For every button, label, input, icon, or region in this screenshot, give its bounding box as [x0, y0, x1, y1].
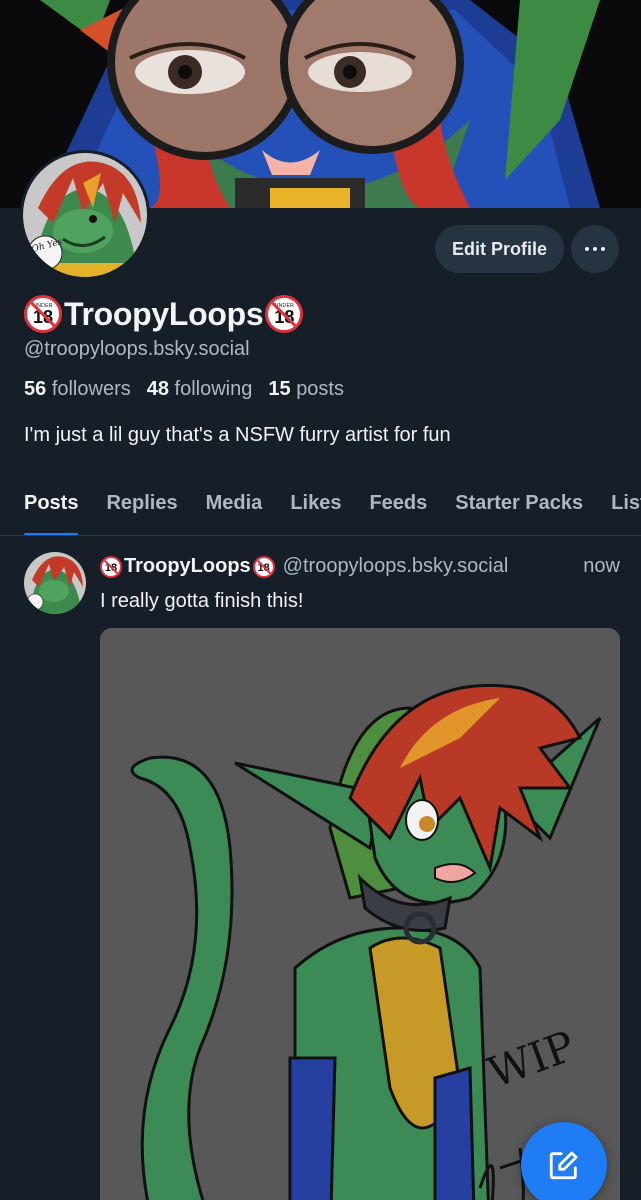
- profile-stats: 56 followers 48 following 15 posts: [24, 378, 354, 401]
- tab-posts[interactable]: Posts: [24, 480, 79, 535]
- post-header: 18 TroopyLoops 18 @troopyloops.bsky.soci…: [100, 555, 620, 578]
- followers-link[interactable]: 56 followers: [24, 378, 131, 401]
- compose-post-button[interactable]: [521, 1122, 607, 1200]
- display-name: TroopyLoops: [64, 295, 264, 332]
- following-link[interactable]: 48 following: [147, 378, 253, 401]
- more-dot-icon: [593, 247, 597, 251]
- post-timestamp[interactable]: now: [583, 555, 620, 578]
- post-text: I really gotta finish this!: [100, 590, 304, 612]
- tab-likes[interactable]: Likes: [290, 480, 341, 535]
- more-options-button[interactable]: [571, 225, 619, 273]
- post-author-handle[interactable]: @troopyloops.bsky.social: [283, 555, 509, 578]
- posts-count: 15 posts: [268, 378, 344, 400]
- tab-media[interactable]: Media: [206, 480, 263, 535]
- display-name-row: UNDER 18 TroopyLoops UNDER 18: [24, 295, 304, 333]
- tab-feeds[interactable]: Feeds: [369, 480, 427, 535]
- under-18-icon: 18: [252, 555, 275, 578]
- profile-tabs: Posts Replies Media Likes Feeds Starter …: [0, 480, 641, 536]
- under-18-icon: UNDER 18: [24, 295, 62, 333]
- profile-avatar[interactable]: Oh Yes: [20, 150, 150, 280]
- profile-handle: @troopyloops.bsky.social: [24, 338, 250, 360]
- post-author-avatar[interactable]: [24, 552, 86, 614]
- more-dot-icon: [585, 247, 589, 251]
- tab-starter-packs[interactable]: Starter Packs: [455, 480, 583, 535]
- post-image[interactable]: WIP: [100, 628, 620, 1200]
- edit-profile-button[interactable]: Edit Profile: [435, 225, 564, 273]
- edit-pencil-icon: [549, 1151, 578, 1180]
- under-18-icon: UNDER 18: [265, 295, 304, 333]
- profile-bio: I'm just a lil guy that's a NSFW furry a…: [24, 424, 451, 446]
- under-18-icon: 18: [100, 555, 122, 578]
- tab-lists[interactable]: Lists: [611, 480, 641, 535]
- more-dot-icon: [601, 247, 605, 251]
- post-author-name[interactable]: TroopyLoops: [124, 555, 251, 578]
- tab-replies[interactable]: Replies: [106, 480, 177, 535]
